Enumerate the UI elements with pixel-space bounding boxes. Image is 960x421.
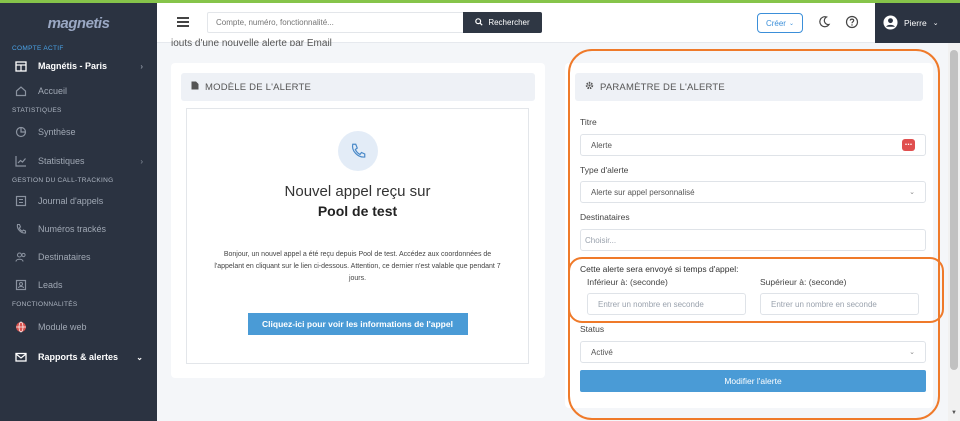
recipients-select[interactable]: Choisir... (580, 229, 926, 251)
alert-params-title: PARAMÈTRE DE L'ALERTE (600, 81, 725, 93)
envelope-icon (14, 350, 28, 364)
sidebar-item-label: Synthèse (38, 127, 76, 137)
chevron-down-icon: ⌄ (909, 349, 915, 356)
sidebar-item-home[interactable]: Accueil (0, 77, 157, 105)
recipients-placeholder: Choisir... (585, 235, 617, 245)
sidebar-item-label: Module web (38, 322, 87, 332)
upper-placeholder: Entrer un nombre en seconde (771, 299, 877, 309)
status-label: Status (580, 324, 605, 334)
sidebar-item-recipients[interactable]: Destinataires (0, 243, 157, 271)
pie-chart-icon (14, 125, 28, 139)
sidebar-item-leads[interactable]: Leads (0, 271, 157, 299)
phone-icon (14, 222, 28, 236)
alert-params-header: PARAMÈTRE DE L'ALERTE (575, 73, 923, 101)
user-menu[interactable]: Pierre ⌄ (875, 3, 960, 43)
upper-unit: (seconde) (808, 277, 847, 287)
line-chart-icon (14, 154, 28, 168)
type-label: Type d'alerte (580, 165, 629, 175)
moon-icon[interactable] (817, 15, 831, 29)
help-icon[interactable] (845, 15, 859, 29)
alert-model-title: MODÈLE DE L'ALERTE (205, 81, 312, 93)
leads-icon (14, 278, 28, 292)
sidebar-item-summary[interactable]: Synthèse (0, 117, 157, 147)
sidebar-item-label: Numéros trackés (38, 224, 107, 234)
file-icon (191, 81, 199, 93)
alert-type-select[interactable]: Alerte sur appel personnalisé ⌄ (580, 181, 926, 203)
section-features: FONCTIONNALITÉS (12, 301, 78, 308)
title-field[interactable]: Alerte ... (580, 134, 926, 156)
lower-placeholder: Entrer un nombre en seconde (598, 299, 704, 309)
sidebar-item-reports[interactable]: Rapports & alertes ⌄ (0, 343, 157, 371)
sidebar-item-label: Magnétis - Paris (38, 61, 108, 71)
chevron-right-icon: › (140, 61, 143, 71)
phone-icon (337, 131, 378, 171)
user-name: Pierre (904, 18, 927, 28)
create-button[interactable]: Créer ⌄ (757, 13, 803, 33)
building-icon (14, 59, 28, 73)
preview-body: Bonjour, un nouvel appel a été reçu depu… (214, 251, 501, 282)
preview-pool-name: Pool de test (317, 203, 398, 219)
chevron-down-icon: ⌄ (136, 352, 143, 362)
home-icon (14, 84, 28, 98)
topbar: Rechercher Créer ⌄ Pierre ⌄ (157, 3, 960, 43)
logo-text: magnetis (47, 14, 110, 32)
sidebar: magnetis COMPTE ACTIF Magnétis - Paris ›… (0, 3, 157, 421)
menu-icon[interactable] (177, 17, 189, 27)
chevron-right-icon: › (140, 156, 143, 166)
chevron-down-icon: ⌄ (909, 189, 915, 196)
search-button-label: Rechercher (488, 18, 530, 27)
lower-seconds-input[interactable]: Entrer un nombre en seconde (587, 293, 746, 315)
logo[interactable]: magnetis (0, 3, 157, 43)
sidebar-item-label: Accueil (38, 86, 68, 96)
upper-seconds-input[interactable]: Entrer un nombre en seconde (760, 293, 919, 315)
user-avatar-icon (883, 14, 898, 32)
alert-model-header: MODÈLE DE L'ALERTE (181, 73, 535, 101)
alert-model-card: MODÈLE DE L'ALERTE Nouvel appel reçu sur… (171, 63, 545, 378)
view-call-info-button[interactable]: Cliquez-ici pour voir les informations d… (247, 313, 468, 335)
alert-type-value: Alerte sur appel personnalisé (591, 187, 695, 197)
sidebar-item-web-module[interactable]: Module web (0, 311, 157, 343)
preview-title: Nouvel appel reçu sur (284, 183, 431, 200)
users-icon (14, 250, 28, 264)
lower-label-group: Inférieur à: (seconde) (587, 277, 668, 287)
create-button-label: Créer (765, 18, 786, 28)
status-value: Activé (591, 347, 613, 357)
update-alert-button[interactable]: Modifier l'alerte (580, 370, 926, 392)
search-input[interactable] (207, 12, 465, 33)
title-value: Alerte (591, 140, 612, 150)
chevron-down-icon: ⌄ (932, 20, 939, 27)
upper-label-group: Supérieur à: (seconde) (760, 277, 847, 287)
alert-params-card: PARAMÈTRE DE L'ALERTE Titre Alerte ... T… (565, 63, 933, 408)
sidebar-item-statistics[interactable]: Statistiques › (0, 147, 157, 175)
upper-label: Supérieur à: (760, 277, 807, 287)
status-select[interactable]: Activé ⌄ (580, 341, 926, 363)
sidebar-item-label: Statistiques (38, 156, 85, 166)
gear-icon (585, 81, 594, 93)
scroll-down-icon[interactable]: ▼ (951, 410, 957, 416)
email-preview: Nouvel appel reçu sur Pool de test Bonjo… (186, 108, 529, 364)
journal-icon (14, 194, 28, 208)
page-subtitle: jouts d'une nouvelle alerte par Email (171, 38, 332, 46)
globe-icon (14, 320, 28, 334)
section-active-account: COMPTE ACTIF (12, 45, 64, 52)
sidebar-item-label: Rapports & alertes (38, 352, 119, 362)
chevron-down-icon: ⌄ (788, 20, 795, 27)
section-stats: STATISTIQUES (12, 107, 62, 114)
time-condition-label: Cette alerte sera envoyé si temps d'appe… (580, 264, 739, 274)
sidebar-item-account[interactable]: Magnétis - Paris › (0, 55, 157, 77)
more-options-icon[interactable]: ... (902, 138, 915, 151)
sidebar-item-call-log[interactable]: Journal d'appels (0, 187, 157, 215)
sidebar-item-label: Leads (38, 280, 63, 290)
lower-label: Inférieur à: (587, 277, 628, 287)
search-icon (475, 17, 483, 28)
lower-unit: (seconde) (630, 277, 668, 287)
search-button[interactable]: Rechercher (463, 12, 542, 33)
title-label: Titre (580, 117, 597, 127)
recipients-label: Destinataires (580, 212, 630, 222)
sidebar-item-label: Destinataires (38, 252, 91, 262)
sidebar-item-tracked-numbers[interactable]: Numéros trackés (0, 215, 157, 243)
scrollbar-thumb[interactable] (950, 50, 958, 370)
section-calltracking: GESTION DU CALL-TRACKING (12, 177, 114, 184)
sidebar-item-label: Journal d'appels (38, 196, 104, 206)
